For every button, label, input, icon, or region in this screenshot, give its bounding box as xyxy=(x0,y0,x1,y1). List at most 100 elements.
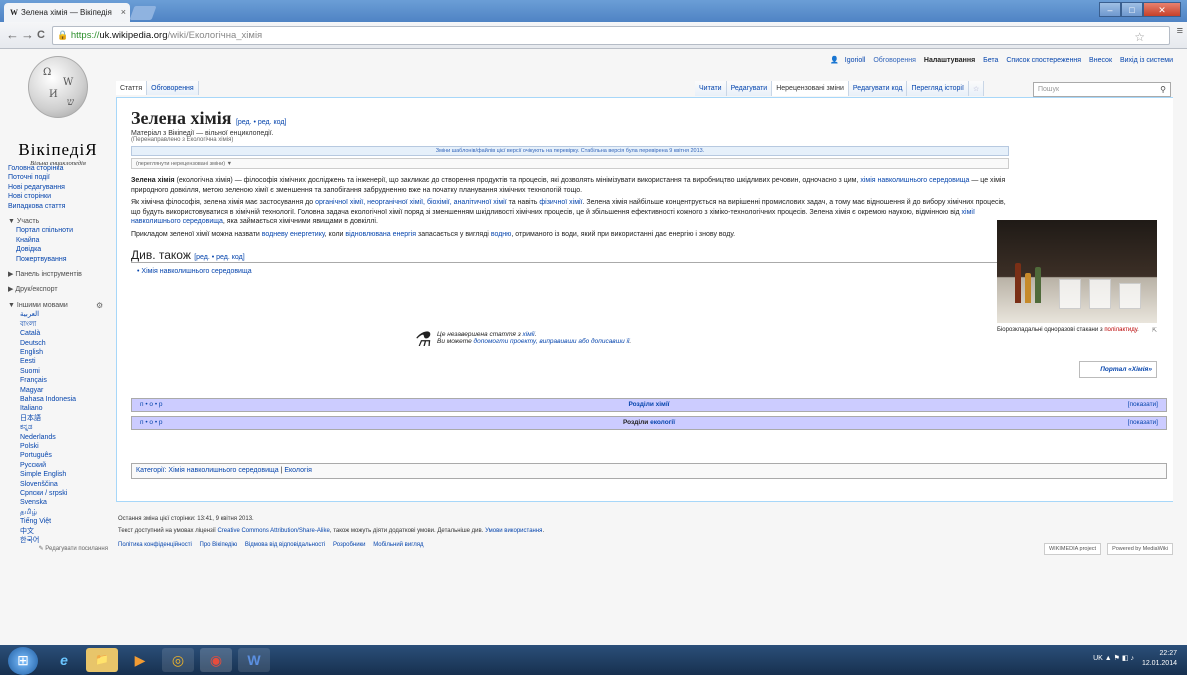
lang-link[interactable]: தமிழ் xyxy=(8,508,108,517)
title-edit-links[interactable]: [ред. • ред. код] xyxy=(236,119,286,126)
wikipedia-logo[interactable]: Ω W И ש ВікіпедіЯ Вільна енциклопедія xyxy=(14,56,102,176)
user-link[interactable]: Igorioll xyxy=(845,57,866,64)
chrome-icon[interactable]: ◉ xyxy=(200,648,232,672)
address-bar[interactable]: 🔒 https://uk.wikipedia.org/wiki/Екологіч… xyxy=(52,26,1170,45)
search-input[interactable]: Пошук ⚲ xyxy=(1033,82,1171,97)
close-window-button[interactable]: ✕ xyxy=(1143,2,1181,17)
lang-link[interactable]: Eesti xyxy=(8,357,108,366)
browser-menu-icon[interactable]: ≡ xyxy=(1177,25,1183,37)
lang-link[interactable]: Svenska xyxy=(8,498,108,507)
lang-link[interactable]: Bahasa Indonesia xyxy=(8,395,108,404)
terms-link[interactable]: Умови використання xyxy=(485,528,542,534)
wiki-link[interactable]: фізичної хімії xyxy=(539,199,582,206)
lang-link[interactable]: 한국어 xyxy=(8,536,108,545)
new-tab-button[interactable] xyxy=(129,6,157,20)
tab-unreviewed-changes[interactable]: Нерецензовані зміни xyxy=(772,81,849,96)
license-link[interactable]: Creative Commons Attribution/Share-Alike xyxy=(217,528,329,534)
stub-link[interactable]: хімії xyxy=(523,331,535,338)
review-changes-toggle[interactable]: (переглянути нерецензовані зміни) ▼ xyxy=(131,158,1009,169)
section-edit-links[interactable]: [ред. • ред. код] xyxy=(194,254,244,261)
lang-link[interactable]: Slovenščina xyxy=(8,480,108,489)
navbox-title-link[interactable]: екології xyxy=(650,419,675,426)
wiki-link[interactable]: органічної хімії, неорганічної хімії, бі… xyxy=(315,199,507,206)
enlarge-icon[interactable]: ⇱ xyxy=(1152,327,1157,334)
tray-icons[interactable]: UK ▲ ⚑ ◧ ♪ xyxy=(1093,654,1134,664)
thumbnail-image[interactable] xyxy=(997,220,1157,323)
lang-link[interactable]: Català xyxy=(8,329,108,338)
lang-link[interactable]: Deutsch xyxy=(8,339,108,348)
minimize-button[interactable]: – xyxy=(1099,2,1121,17)
tab-close-icon[interactable]: × xyxy=(121,3,126,22)
forward-arrow-icon[interactable]: → xyxy=(21,26,34,44)
languages-header[interactable]: ▼ Іншими мовами ⚙ xyxy=(8,301,108,310)
lang-link[interactable]: Nederlands xyxy=(8,433,108,442)
edit-links[interactable]: ✎ Редагувати посилання xyxy=(8,545,108,554)
lang-link[interactable]: বাংলা xyxy=(8,320,108,329)
mediawiki-badge[interactable]: Powered by MediaWiki xyxy=(1107,543,1173,555)
lang-link[interactable]: 中文 xyxy=(8,527,108,536)
categories-label[interactable]: Категорії: xyxy=(136,467,166,474)
start-button[interactable]: ⊞ xyxy=(8,647,38,675)
ie-icon[interactable]: e xyxy=(48,648,80,672)
sidebar-item-recent-changes[interactable]: Нові редагування xyxy=(8,183,108,192)
navbox-show-toggle[interactable]: [показати] xyxy=(1128,399,1158,411)
wiki-link[interactable]: водневу енергетику xyxy=(262,231,325,238)
lang-link[interactable]: Српски / srpski xyxy=(8,489,108,498)
sidebar-item-random-article[interactable]: Випадкова стаття xyxy=(8,202,108,211)
wiki-link[interactable]: відновлювана енергія xyxy=(345,231,416,238)
redirect-notice[interactable]: (Перенаправлено з Екологічна хімія) xyxy=(131,137,1159,143)
tab-history[interactable]: Перегляд історії xyxy=(907,81,969,96)
tab-article[interactable]: Стаття xyxy=(116,81,148,95)
word-icon[interactable]: W xyxy=(238,648,270,672)
tab-edit-source[interactable]: Редагувати код xyxy=(848,81,908,96)
lang-link[interactable]: 日本語 xyxy=(8,414,108,423)
sidebar-item-donate[interactable]: Пожертвування xyxy=(8,255,108,264)
search-icon[interactable]: ⚲ xyxy=(1160,83,1166,96)
footer-link-disclaimer[interactable]: Відмова від відповідальності xyxy=(245,542,325,548)
lang-link[interactable]: ಕನ್ನಡ xyxy=(8,423,108,432)
footer-link-about[interactable]: Про Вікіпедію xyxy=(200,542,238,548)
lang-link[interactable]: English xyxy=(8,348,108,357)
tab-read[interactable]: Читати xyxy=(695,81,727,96)
wiki-link[interactable]: водню xyxy=(491,231,512,238)
bookmark-star-icon[interactable]: ☆ xyxy=(1134,29,1145,46)
stub-edit-link[interactable]: допомогти проекту, виправивши або дописа… xyxy=(474,338,630,345)
footer-link-mobile[interactable]: Мобільний вигляд xyxy=(373,542,423,548)
lang-link[interactable]: Italiano xyxy=(8,404,108,413)
beta-link[interactable]: Бета xyxy=(983,57,998,64)
gear-icon[interactable]: ⚙ xyxy=(96,301,103,310)
category-link[interactable]: Екологія xyxy=(284,467,312,474)
tab-edit[interactable]: Редагувати xyxy=(726,81,773,96)
maximize-button[interactable]: □ xyxy=(1121,2,1143,17)
lang-link[interactable]: Tiếng Việt xyxy=(8,517,108,526)
folder-icon[interactable]: 📁 xyxy=(86,648,118,672)
navbox-vte-links[interactable]: п • о • р xyxy=(140,399,163,411)
footer-link-privacy[interactable]: Політика конфіденційності xyxy=(118,542,192,548)
lang-link[interactable]: Simple English xyxy=(8,470,108,479)
sidebar-item-help[interactable]: Довідка xyxy=(8,245,108,254)
sidebar-item-village-pump[interactable]: Кнайпа xyxy=(8,236,108,245)
logout-link[interactable]: Вихід із системи xyxy=(1120,57,1173,64)
sidebar-item-new-pages[interactable]: Нові сторінки xyxy=(8,192,108,201)
lang-link[interactable]: Suomi xyxy=(8,367,108,376)
lang-link[interactable]: Português xyxy=(8,451,108,460)
watch-star-icon[interactable]: ☆ xyxy=(968,81,985,96)
back-arrow-icon[interactable]: ← xyxy=(6,26,19,44)
talk-link[interactable]: Обговорення xyxy=(873,57,916,64)
lang-link[interactable]: Magyar xyxy=(8,386,108,395)
participation-header[interactable]: ▼ Участь xyxy=(8,217,108,226)
preferences-link[interactable]: Налаштування xyxy=(924,57,975,64)
media-player-icon[interactable]: ▶ xyxy=(124,648,156,672)
wiki-link[interactable]: хімія навколишнього середовища xyxy=(860,177,969,184)
sidebar-item-current-events[interactable]: Поточні події xyxy=(8,173,108,182)
navbox-vte-links[interactable]: п • о • р xyxy=(140,417,163,429)
lang-link[interactable]: Polski xyxy=(8,442,108,451)
lang-link[interactable]: Français xyxy=(8,376,108,385)
app-icon[interactable]: ◎ xyxy=(162,648,194,672)
browser-tab[interactable]: W Зелена хімія — Вікіпедія × xyxy=(4,3,130,22)
clock[interactable]: 22:27 12.01.2014 xyxy=(1142,649,1177,669)
navbox-show-toggle[interactable]: [показати] xyxy=(1128,417,1158,429)
category-link[interactable]: Хімія навколишнього середовища xyxy=(168,467,278,474)
toolbox-header[interactable]: ▶ Панель інструментів xyxy=(8,270,108,279)
caption-link[interactable]: полілактиду xyxy=(1104,327,1137,333)
